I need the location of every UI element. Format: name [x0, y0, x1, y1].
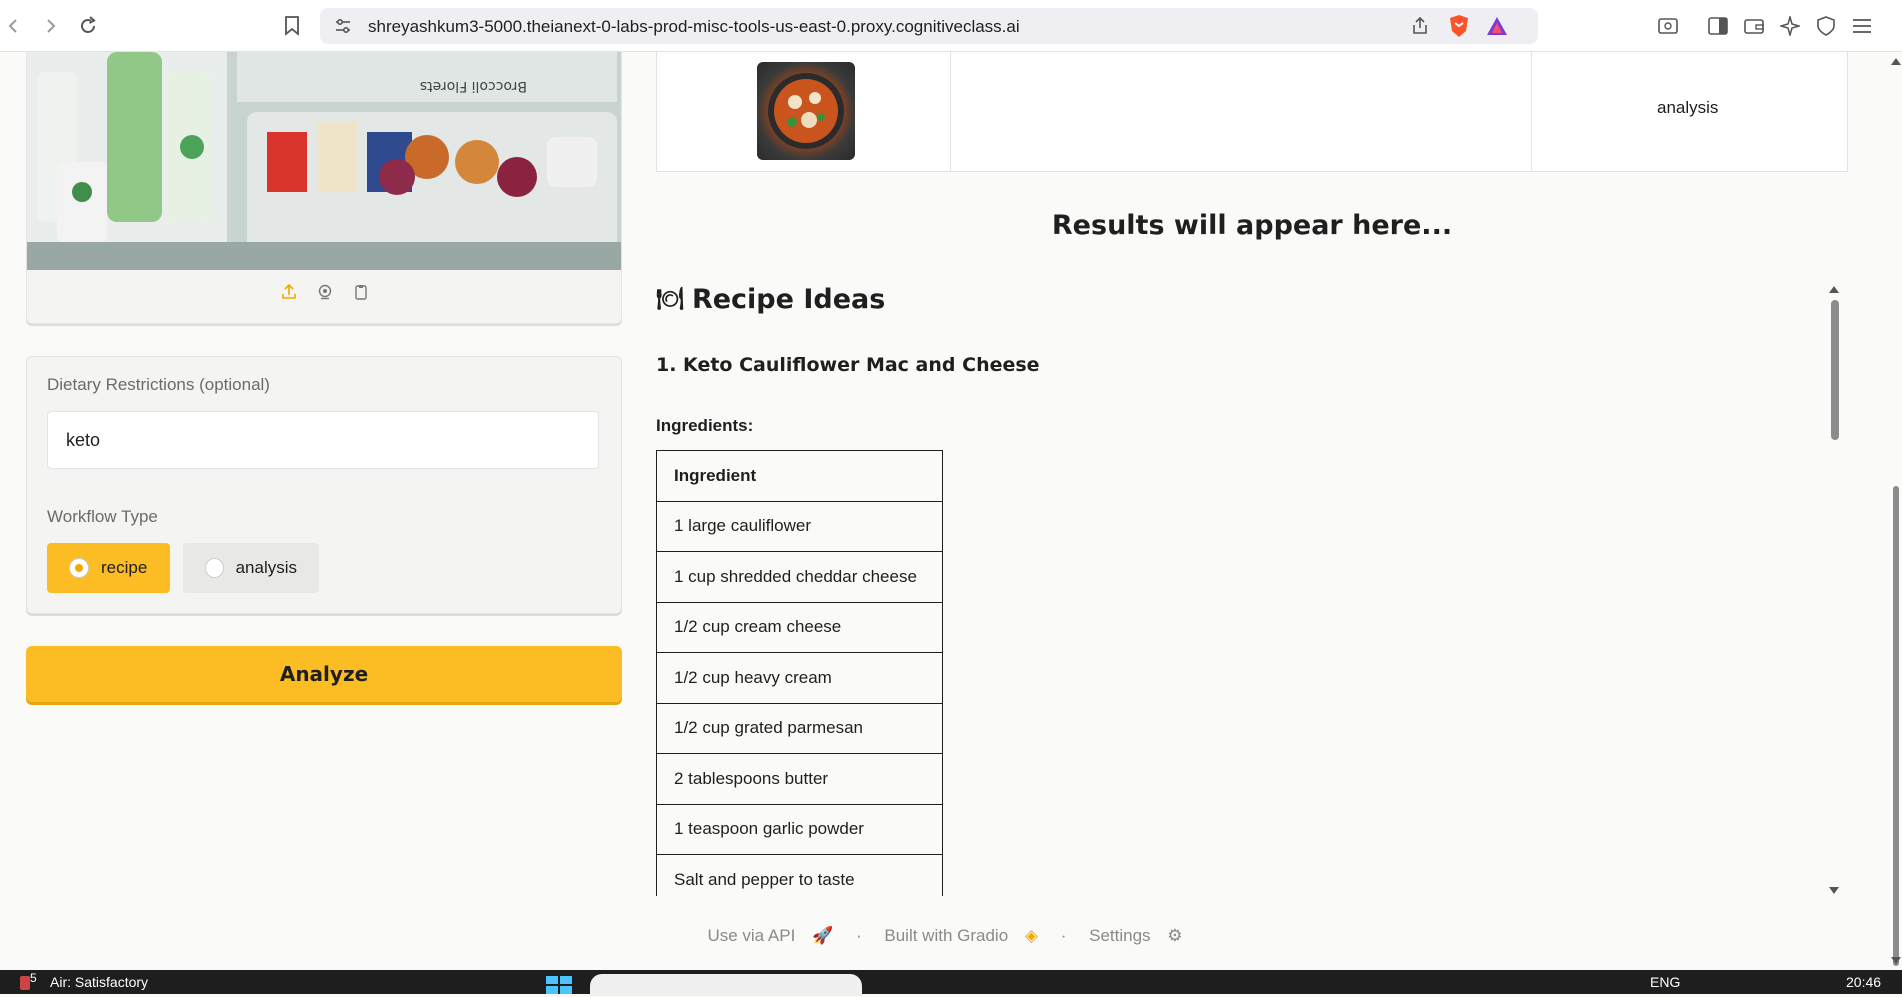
- reload-icon[interactable]: [74, 12, 102, 40]
- page-scroll-up-icon: [1891, 58, 1901, 65]
- reader-icon[interactable]: [1654, 12, 1682, 40]
- recipe-section-heading: 🍽 Recipe Ideas: [656, 284, 885, 315]
- table-row: 1 cup shredded cheddar cheese: [656, 551, 943, 603]
- back-icon[interactable]: [0, 12, 28, 40]
- workflow-label: Workflow Type: [47, 507, 158, 526]
- results-scrollbar[interactable]: [1828, 284, 1840, 896]
- image-tools: [27, 283, 623, 304]
- table-divider: [1531, 52, 1532, 172]
- dietary-input[interactable]: keto: [47, 411, 599, 469]
- gradio-footer: Use via API 🚀 · Built with Gradio ◈ · Se…: [0, 926, 1890, 946]
- gradio-app: Broccoli Florets Dietary Restrictions (o…: [0, 52, 1890, 970]
- os-taskbar: 5 Air: Satisfactory ENG 20:46: [0, 970, 1902, 996]
- use-api-label: Use via API: [707, 926, 796, 945]
- table-row: 1/2 cup cream cheese: [656, 601, 943, 653]
- built-with-gradio-link[interactable]: Built with Gradio ◈: [878, 926, 1044, 945]
- brave-rewards-icon[interactable]: [1486, 15, 1508, 41]
- uploaded-fridge-image: Broccoli Florets: [27, 52, 621, 270]
- radio-recipe-label: recipe: [101, 558, 148, 577]
- radio-unselected-indicator: [205, 558, 224, 578]
- brave-shield-icon[interactable]: [1448, 14, 1470, 42]
- page-scrollbar[interactable]: [1890, 52, 1902, 970]
- example-workflow-cell: analysis: [1657, 98, 1719, 117]
- site-settings-icon[interactable]: [334, 17, 352, 39]
- radio-selected-indicator: [69, 558, 89, 578]
- leo-ai-icon[interactable]: [1776, 12, 1804, 40]
- examples-table[interactable]: analysis: [656, 52, 1848, 172]
- menu-icon[interactable]: [1848, 12, 1876, 40]
- browser-tools: [1654, 12, 1876, 40]
- footer-separator: ·: [855, 926, 862, 945]
- weather-badge: 5: [30, 971, 37, 985]
- ingredient-cell: 1/2 cup heavy cream: [656, 652, 943, 704]
- scroll-up-icon: [1829, 286, 1839, 293]
- taskbar-search[interactable]: [590, 974, 862, 996]
- table-row: 1/2 cup grated parmesan: [656, 702, 943, 754]
- table-row: Salt and pepper to taste: [656, 854, 943, 896]
- language-indicator[interactable]: ENG: [1650, 974, 1680, 990]
- built-with-label: Built with Gradio: [884, 926, 1009, 945]
- clipboard-icon[interactable]: [353, 284, 369, 304]
- radio-recipe[interactable]: recipe: [47, 543, 170, 593]
- ingredient-cell: 1/2 cup grated parmesan: [656, 702, 943, 754]
- address-bar[interactable]: shreyashkum3-5000.theianext-0-labs-prod-…: [320, 8, 1538, 44]
- ingredient-cell: 1 large cauliflower: [656, 500, 943, 552]
- weather-status[interactable]: Air: Satisfactory: [50, 974, 148, 990]
- bookmark-icon[interactable]: [278, 12, 306, 40]
- browser-toolbar: shreyashkum3-5000.theianext-0-labs-prod-…: [0, 0, 1902, 52]
- use-api-link[interactable]: Use via API 🚀: [701, 926, 839, 945]
- table-header-row: Ingredient: [656, 450, 943, 502]
- ingredient-cell: 1 teaspoon garlic powder: [656, 803, 943, 855]
- table-row: 1 large cauliflower: [656, 500, 943, 552]
- sidebar-toggle-icon[interactable]: [1704, 12, 1732, 40]
- page-scroll-down-icon: [1891, 957, 1901, 964]
- share-icon[interactable]: [1410, 16, 1430, 40]
- ingredients-table: Ingredient 1 large cauliflower 1 cup shr…: [656, 450, 943, 896]
- url-text: shreyashkum3-5000.theianext-0-labs-prod-…: [368, 17, 1020, 36]
- recipe-section-title: Recipe Ideas: [691, 284, 886, 315]
- radio-analysis[interactable]: analysis: [183, 543, 319, 593]
- plate-icon: 🍽: [656, 287, 684, 312]
- gradio-logo-icon: ◈: [1024, 926, 1038, 945]
- scroll-down-icon: [1829, 887, 1839, 894]
- footer-separator: ·: [1060, 926, 1067, 945]
- ingredient-cell: 1/2 cup cream cheese: [656, 601, 943, 653]
- analyze-button[interactable]: Analyze: [26, 646, 622, 702]
- options-panel: Dietary Restrictions (optional) keto Wor…: [26, 356, 622, 614]
- ingredient-cell: 1 cup shredded cheddar cheese: [656, 551, 943, 603]
- table-header-cell: Ingredient: [656, 450, 943, 502]
- dietary-label: Dietary Restrictions (optional): [47, 375, 270, 394]
- wallet-icon[interactable]: [1740, 12, 1768, 40]
- table-divider: [950, 52, 951, 172]
- upload-icon[interactable]: [281, 283, 297, 304]
- image-upload-panel[interactable]: Broccoli Florets: [26, 52, 622, 324]
- ingredient-cell: Salt and pepper to taste: [656, 854, 943, 896]
- results-scrollbar-thumb[interactable]: [1831, 300, 1839, 440]
- rocket-icon: 🚀: [812, 926, 834, 945]
- page-scrollbar-thumb[interactable]: [1893, 486, 1899, 966]
- forward-icon[interactable]: [36, 12, 64, 40]
- radio-analysis-label: analysis: [235, 558, 297, 577]
- gear-icon: ⚙: [1167, 926, 1183, 945]
- table-row: 1/2 cup heavy cream: [656, 652, 943, 704]
- table-row: 2 tablespoons butter: [656, 753, 943, 805]
- clock[interactable]: 20:46: [1846, 974, 1881, 990]
- webcam-icon[interactable]: [317, 284, 333, 304]
- settings-label: Settings: [1089, 926, 1151, 945]
- vpn-icon[interactable]: [1812, 12, 1840, 40]
- fridge-package-label: Broccoli Florets: [420, 78, 527, 94]
- ingredient-cell: 2 tablespoons butter: [656, 753, 943, 805]
- results-placeholder: Results will appear here...: [1051, 210, 1453, 241]
- results-markdown: 🍽 Recipe Ideas 1. Keto Cauliflower Mac a…: [656, 274, 1848, 896]
- table-row: 1 teaspoon garlic powder: [656, 803, 943, 855]
- ingredients-label: Ingredients:: [656, 416, 754, 435]
- settings-link[interactable]: Settings ⚙: [1083, 926, 1188, 945]
- example-dish-thumbnail[interactable]: [757, 62, 855, 160]
- recipe-title: 1. Keto Cauliflower Mac and Cheese: [656, 354, 1040, 376]
